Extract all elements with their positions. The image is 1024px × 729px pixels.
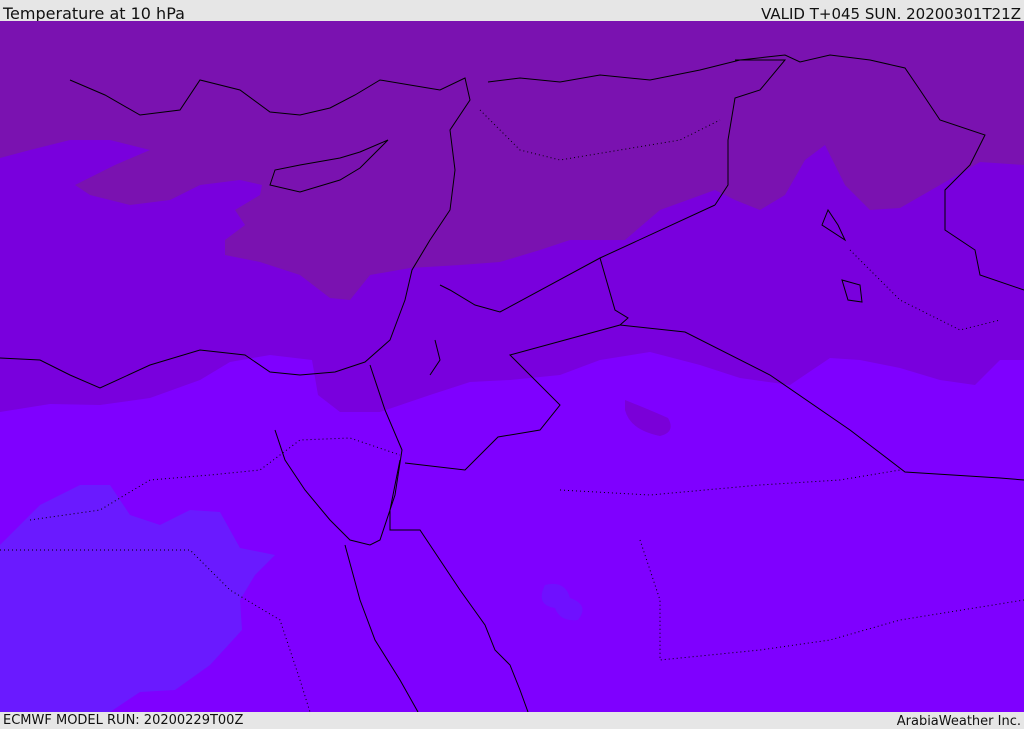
temperature-map xyxy=(0,21,1024,712)
header-bar: Temperature at 10 hPa VALID T+045 SUN. 2… xyxy=(0,0,1024,23)
footer-bar: ECMWF MODEL RUN: 20200229T00Z ArabiaWeat… xyxy=(0,712,1024,729)
credit-text: ArabiaWeather Inc. xyxy=(896,714,1021,729)
model-run: ECMWF MODEL RUN: 20200229T00Z xyxy=(3,713,244,728)
